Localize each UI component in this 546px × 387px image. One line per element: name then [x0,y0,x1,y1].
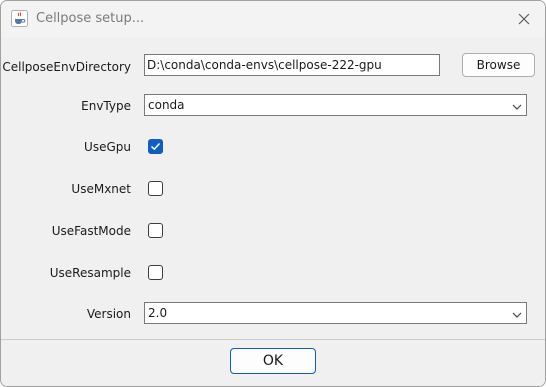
ok-button[interactable]: OK [230,348,316,374]
checkmark-icon [150,142,161,151]
window-title: Cellpose setup... [36,11,145,26]
env-type-dropdown[interactable]: conda [144,94,527,116]
title-bar[interactable]: Cellpose setup... [1,1,545,37]
env-directory-field[interactable]: D:\conda\conda-envs\cellpose-222-gpu [144,54,440,76]
java-cup-icon [11,10,28,27]
version-label: Version [86,307,131,321]
use-resample-label: UseResample [49,266,131,280]
button-bar: OK [1,340,545,386]
use-fast-mode-checkbox[interactable] [148,223,163,238]
version-dropdown[interactable]: 2.0 [144,302,527,324]
env-type-value: conda [148,98,185,112]
use-gpu-checkbox[interactable] [148,139,163,154]
browse-button[interactable]: Browse [462,53,535,77]
use-gpu-label: UseGpu [84,140,131,154]
close-icon[interactable] [508,4,540,34]
version-value: 2.0 [148,306,168,320]
env-directory-label: CellposeEnvDirectory [2,60,131,74]
dialog-window: Cellpose setup... CellposeEnvDirectory D… [0,0,546,387]
use-resample-checkbox[interactable] [148,265,163,280]
env-type-label: EnvType [81,99,131,113]
chevron-down-icon [511,307,523,319]
use-mxnet-label: UseMxnet [71,182,131,196]
use-fast-mode-label: UseFastMode [51,224,131,238]
chevron-down-icon [511,99,523,111]
use-mxnet-checkbox[interactable] [148,181,163,196]
